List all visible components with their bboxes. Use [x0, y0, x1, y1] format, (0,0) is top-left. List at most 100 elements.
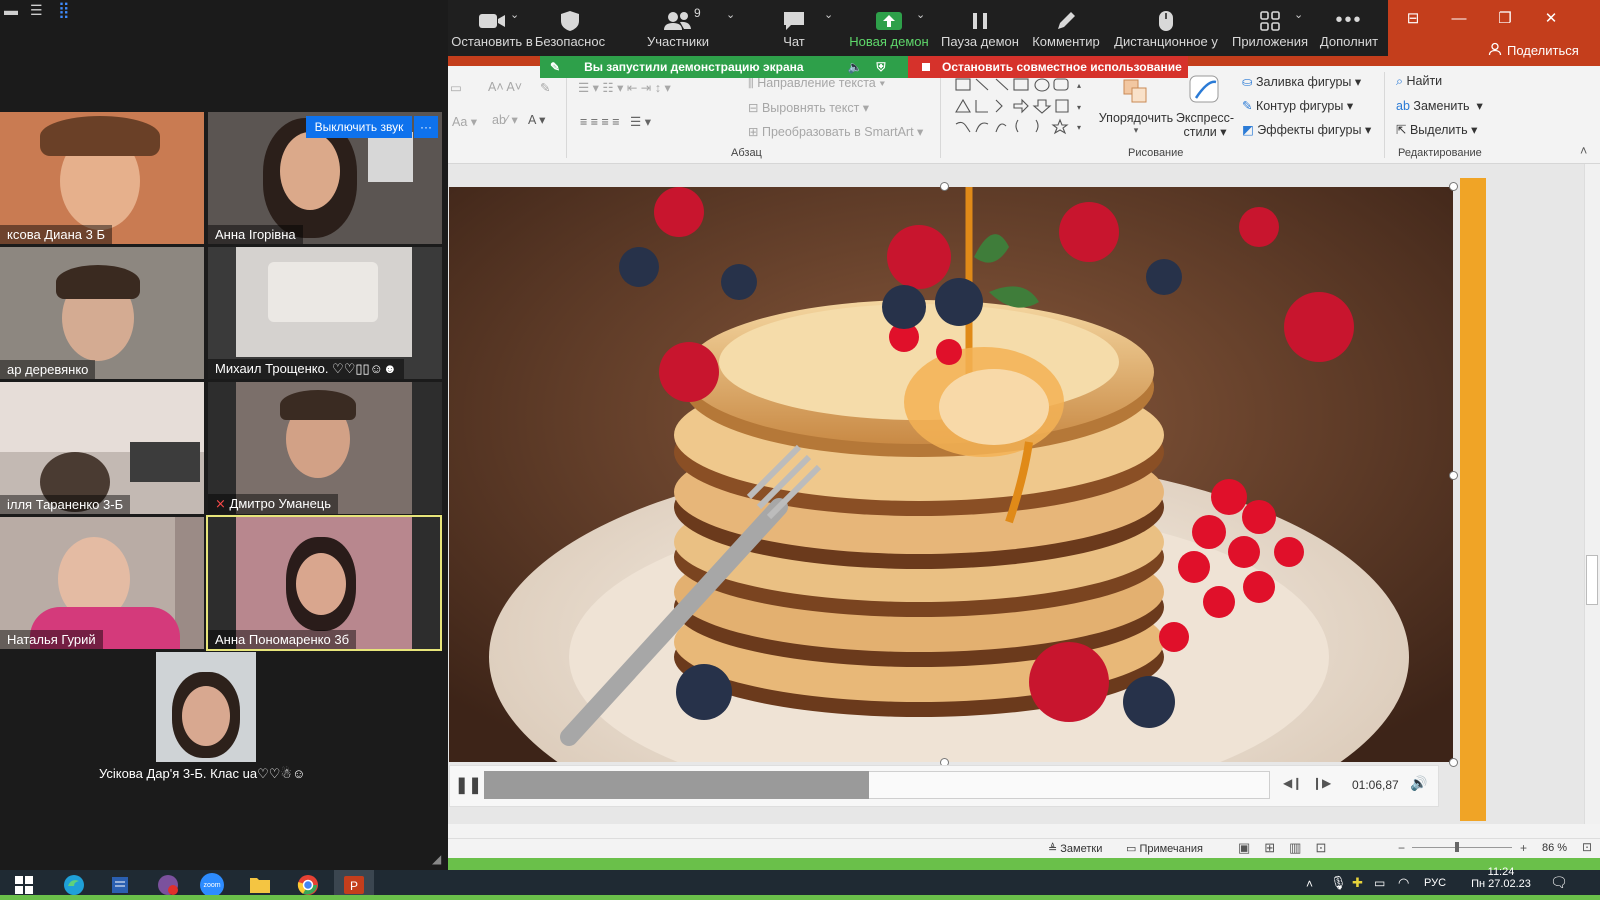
pause-icon[interactable]: ❚❚	[455, 775, 482, 795]
cursor-icon: ⇱	[1396, 123, 1410, 137]
participant-tile[interactable]: Михаил Трощенко. ♡♡▯▯☺☻	[208, 247, 442, 379]
video-options-caret-icon[interactable]: ⌄	[510, 8, 519, 21]
find-button[interactable]: ⌕ Найти	[1396, 74, 1442, 89]
pause-share-button[interactable]: Пауза демон	[936, 0, 1024, 56]
ribbon-display-icon[interactable]: ⊟	[1390, 0, 1436, 36]
step-forward-icon[interactable]: ❙▶	[1312, 776, 1331, 790]
input-language[interactable]: РУС	[1424, 877, 1446, 889]
more-button[interactable]: ••• Дополнит	[1310, 0, 1388, 56]
tray-chevron-icon[interactable]: ˄	[1306, 877, 1313, 891]
divider	[566, 72, 567, 158]
shapes-gallery[interactable]: ▴ ▾ ▾	[952, 76, 1090, 136]
resize-handle[interactable]	[940, 182, 949, 191]
participants-button[interactable]: Участники	[640, 0, 716, 56]
zoom-in-icon[interactable]: +	[1520, 841, 1527, 855]
case-icon[interactable]: Aa ▾	[452, 114, 477, 129]
divider	[1384, 72, 1385, 158]
notification-icon[interactable]: 🗨	[1550, 874, 1568, 891]
fit-slide-icon[interactable]: ⊡	[1582, 840, 1592, 854]
microphone-icon[interactable]: 🎙	[1330, 875, 1347, 891]
shape-effects-button[interactable]: ◩ Эффекты фигуры ▾	[1242, 122, 1371, 137]
collapse-ribbon-icon[interactable]: ˄	[1580, 144, 1587, 158]
font-grow-icon[interactable]: A˄ A˅	[488, 80, 522, 94]
font-size-box[interactable]: ▭	[450, 80, 462, 95]
zoom-slider[interactable]	[1412, 847, 1512, 848]
video-progress-fill	[484, 771, 869, 799]
apps-caret-icon[interactable]: ⌄	[1294, 8, 1303, 21]
participant-tile[interactable]: Усікова Дар'я 3-Б. Клас ua♡♡☃☺	[92, 652, 324, 784]
scrollbar-thumb[interactable]	[1586, 555, 1598, 605]
chat-button[interactable]: Чат	[764, 0, 824, 56]
align-text-button[interactable]: ⊟ Выровнять текст ▾	[748, 100, 869, 115]
resize-handle[interactable]	[1449, 758, 1458, 767]
svg-text:▾: ▾	[1077, 123, 1081, 132]
editing-group-label: Редактирование	[1398, 147, 1482, 159]
notes-button[interactable]: ≜ Заметки	[1048, 842, 1102, 855]
shape-outline-button[interactable]: ✎ Контур фигуры ▾	[1242, 98, 1353, 113]
share-button[interactable]: Поделиться	[1488, 42, 1579, 59]
app-tray-icon[interactable]: ✚	[1352, 875, 1363, 891]
zoom-out-icon[interactable]: −	[1398, 841, 1405, 855]
security-button[interactable]: Безопаснос	[532, 0, 608, 56]
quick-styles-button[interactable]: Экспресс- стили ▾	[1172, 74, 1238, 139]
replace-button[interactable]: ab Заменить ▾	[1396, 98, 1483, 113]
arrange-button[interactable]: Упорядочить ▾	[1096, 76, 1176, 136]
person-icon	[1488, 42, 1502, 59]
vertical-scrollbar[interactable]	[1584, 164, 1600, 824]
font-color-icon[interactable]: A ▾	[528, 112, 545, 127]
participant-tile[interactable]: ар деревянко	[0, 247, 204, 379]
view-buttons[interactable]: ▣⊞▥⊡	[1238, 840, 1340, 856]
battery-icon[interactable]: ▭	[1374, 876, 1385, 890]
divider	[940, 72, 941, 158]
gallery-view-icon[interactable]: ⣿	[58, 0, 70, 20]
select-button[interactable]: ⇱ Выделить ▾	[1396, 122, 1477, 137]
remote-control-button[interactable]: Дистанционное у	[1108, 0, 1224, 56]
smartart-button[interactable]: ⊞ Преобразовать в SmartArt ▾	[748, 124, 923, 139]
participant-tile[interactable]: Наталья Гурий	[0, 517, 204, 649]
participant-tile[interactable]: ксова Диана 3 Б	[0, 112, 204, 244]
mouse-icon	[1158, 8, 1174, 34]
restore-icon[interactable]: ❐	[1482, 0, 1528, 36]
shape-fill-button[interactable]: ⛀ Заливка фигуры ▾	[1242, 74, 1361, 89]
resize-handle[interactable]	[1449, 471, 1458, 480]
zoom-slider-thumb[interactable]	[1455, 842, 1459, 852]
resize-handle[interactable]	[1449, 182, 1458, 191]
stop-share-button[interactable]: Остановить совместное использование	[908, 56, 1188, 78]
mute-participant-button[interactable]: Выключить звук	[306, 116, 412, 138]
participant-tile[interactable]: ⨯ Дмитро Уманець	[208, 382, 442, 514]
clock[interactable]: 11:24 Пн 27.02.23	[1466, 866, 1536, 890]
minimize-window-icon[interactable]: ▬	[4, 2, 18, 18]
arrange-icon	[1096, 76, 1176, 111]
comments-button[interactable]: ▭ Примечания	[1126, 842, 1203, 855]
dropdown-caret-icon: ▾	[1133, 125, 1139, 135]
minimize-icon[interactable]: —	[1436, 0, 1482, 36]
audio-icon[interactable]: 🔈	[848, 60, 863, 74]
share-label: Поделиться	[1507, 43, 1579, 58]
wifi-icon[interactable]: ◠	[1398, 875, 1409, 891]
annotate-button[interactable]: Комментир	[1024, 0, 1108, 56]
active-speaker-tile[interactable]: Анна Пономаренко 3б	[206, 515, 442, 651]
chat-icon	[782, 8, 806, 34]
bullets-icon[interactable]: ☰ ▾ ☷ ▾ ⇤ ⇥ ↕ ▾	[578, 80, 671, 95]
text-direction-button[interactable]: ⫼ Направление текста ▾	[748, 76, 885, 91]
apps-icon	[1260, 8, 1280, 34]
participants-caret-icon[interactable]: ⌄	[726, 8, 735, 21]
step-back-icon[interactable]: ◀❙	[1283, 776, 1302, 790]
shield-check-icon[interactable]: ⛨	[877, 60, 886, 75]
slide-image[interactable]	[449, 187, 1453, 762]
spacing-icon[interactable]: ab⁄ ▾	[492, 112, 518, 127]
clear-format-icon[interactable]: ✎	[540, 80, 550, 95]
stop-video-button[interactable]: Остановить в	[448, 0, 536, 56]
chat-caret-icon[interactable]: ⌄	[824, 8, 833, 21]
align-buttons[interactable]: ≡ ≡ ≡ ≡ ☰ ▾	[580, 114, 651, 129]
close-icon[interactable]: ✕	[1528, 0, 1574, 36]
participant-name: Михаил Трощенко. ♡♡▯▯☺☻	[208, 359, 404, 379]
more-options-icon[interactable]: ···	[414, 116, 438, 138]
resize-grip-icon[interactable]: ◢	[432, 852, 441, 866]
participant-tile[interactable]: ілля Тараненко 3-Б	[0, 382, 204, 514]
volume-icon[interactable]: 🔊	[1410, 775, 1427, 792]
share-caret-icon[interactable]: ⌄	[916, 8, 925, 21]
view-list-icon[interactable]: ☰	[30, 2, 43, 19]
participants-count: 9	[694, 6, 701, 20]
muted-mic-icon: ⨯	[215, 496, 230, 511]
